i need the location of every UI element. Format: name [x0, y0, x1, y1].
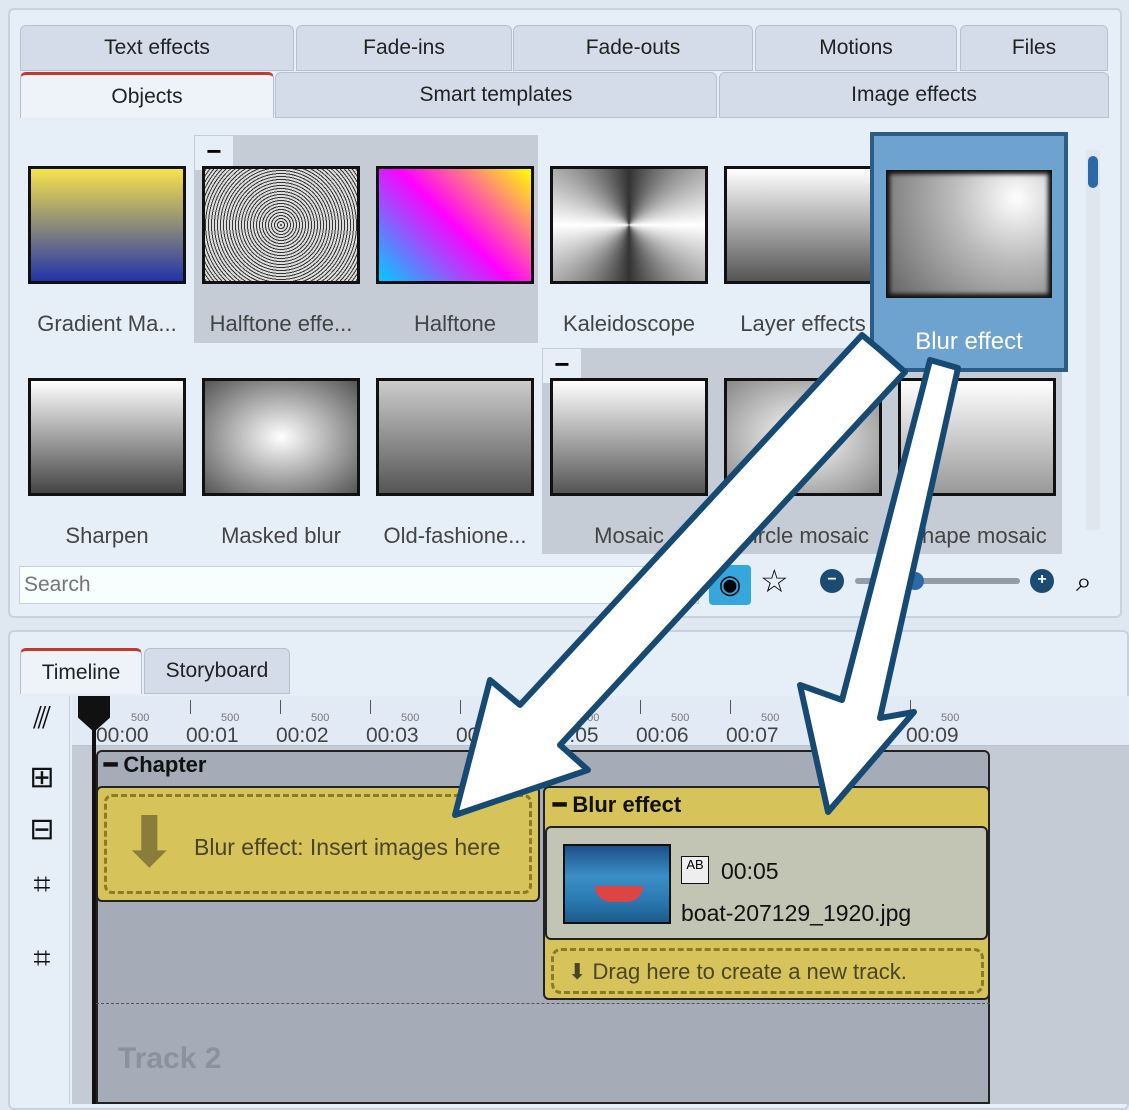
drag-arrows — [452, 332, 961, 818]
